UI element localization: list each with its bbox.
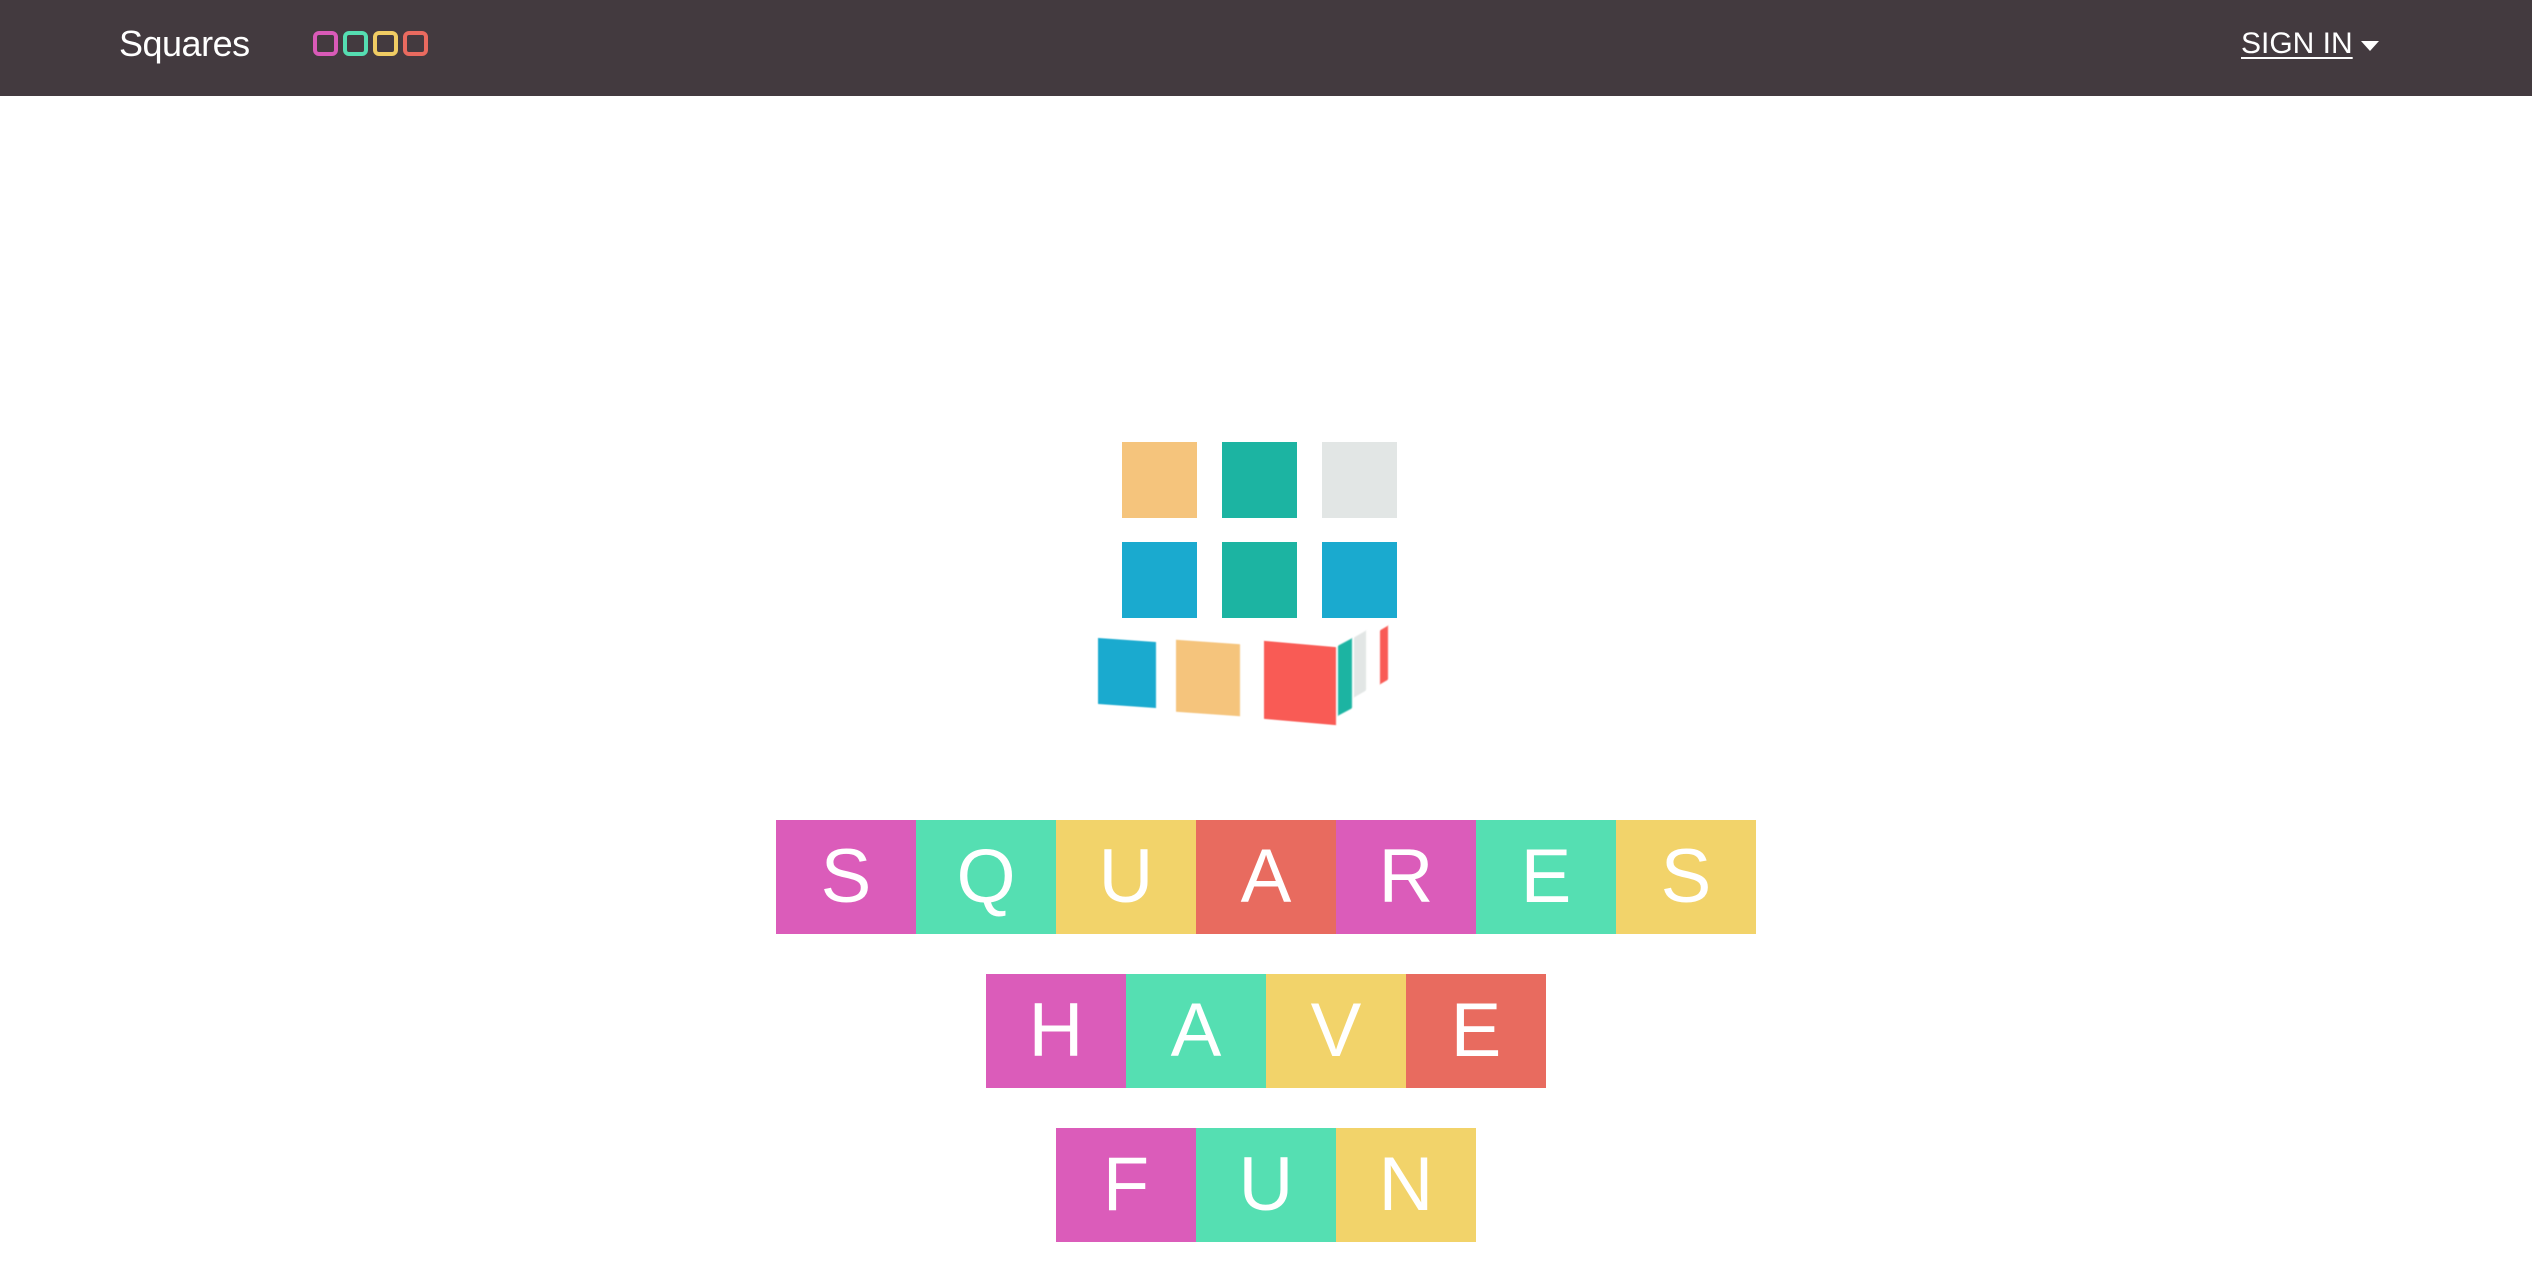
brand-square-pink-icon — [313, 31, 338, 56]
logo-cell — [1122, 442, 1197, 518]
letter-tile: F — [1056, 1128, 1196, 1242]
letter-tile: S — [776, 820, 916, 934]
letter-tile: R — [1336, 820, 1476, 934]
logo-cell — [1322, 442, 1397, 518]
letter-tile: Q — [916, 820, 1056, 934]
navbar: Squares SIGN IN — [0, 0, 2532, 96]
brand-link[interactable]: Squares — [119, 20, 250, 68]
word-have: H A V E — [0, 974, 2532, 1088]
caret-down-icon — [2360, 41, 2379, 51]
brand-square-yellow-icon — [373, 31, 398, 56]
letter-tiles: S Q U A R E S H A V E F U N — [0, 820, 2532, 1282]
logo-cell — [1354, 630, 1366, 698]
logo-cell — [1222, 542, 1297, 618]
letter-tile: H — [986, 974, 1126, 1088]
letter-tile: S — [1616, 820, 1756, 934]
letter-tile: V — [1266, 974, 1406, 1088]
logo-cell — [1322, 542, 1397, 618]
logo-cell — [1222, 442, 1297, 518]
letter-tile: E — [1406, 974, 1546, 1088]
brand-square-red-icon — [403, 31, 428, 56]
logo-cell — [1098, 637, 1156, 709]
letter-tile: N — [1336, 1128, 1476, 1242]
brand-squares-icon[interactable] — [313, 31, 428, 56]
logo-cell — [1264, 640, 1336, 726]
letter-tile: A — [1126, 974, 1266, 1088]
letter-tile: U — [1196, 1128, 1336, 1242]
letter-tile: E — [1476, 820, 1616, 934]
logo-cell — [1122, 542, 1197, 618]
cube-grid-icon — [1090, 430, 1420, 740]
word-fun: F U N — [0, 1128, 2532, 1242]
logo-cell — [1176, 639, 1240, 717]
brand-square-teal-icon — [343, 31, 368, 56]
letter-tile: U — [1056, 820, 1196, 934]
sign-in-label: SIGN IN — [2241, 27, 2353, 60]
word-squares: S Q U A R E S — [0, 820, 2532, 934]
logo-cell — [1338, 638, 1352, 716]
letter-tile: A — [1196, 820, 1336, 934]
sign-in-dropdown[interactable]: SIGN IN — [2241, 24, 2379, 64]
logo-cell — [1380, 625, 1388, 685]
